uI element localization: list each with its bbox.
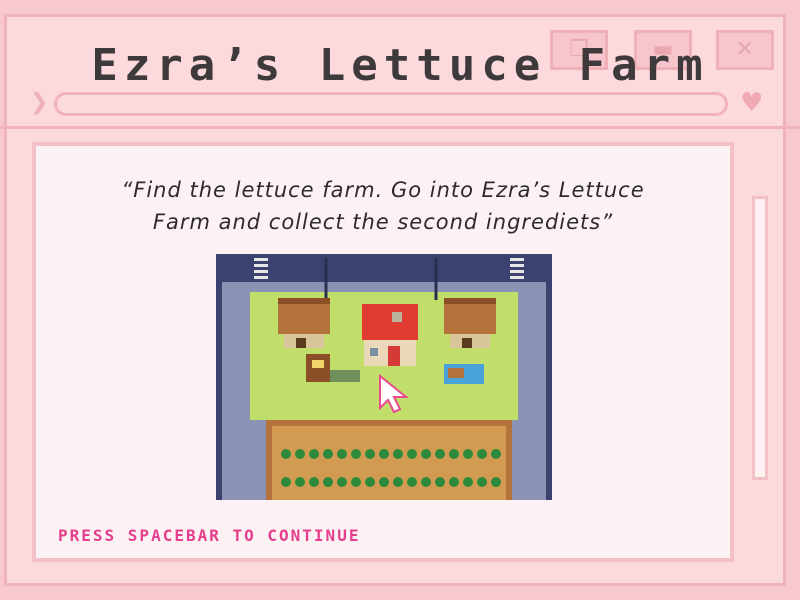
quest-text: “Find the lettuce farm. Go into Ezra’s L…: [121, 178, 645, 234]
barn-icon: [444, 298, 496, 348]
farm-map: [216, 254, 552, 500]
forward-arrow-icon[interactable]: ❯: [30, 90, 48, 115]
page-title: Ezra’s Lettuce Farm: [91, 40, 709, 91]
address-bar[interactable]: [54, 92, 728, 116]
continue-prompt: PRESS SPACEBAR TO CONTINUE: [58, 526, 361, 545]
scrollbar[interactable]: [752, 196, 768, 480]
heart-icon[interactable]: ♥: [740, 88, 763, 118]
house-icon: [362, 304, 418, 366]
divider: [0, 126, 800, 129]
cart-icon: [444, 364, 484, 384]
barn-icon: [278, 298, 330, 348]
soil-field: [272, 426, 506, 500]
